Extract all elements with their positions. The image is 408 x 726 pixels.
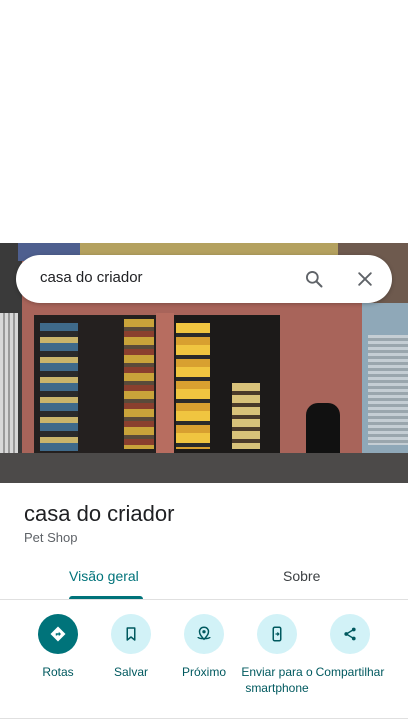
close-icon[interactable]	[351, 265, 379, 293]
directions-icon	[50, 626, 66, 642]
tab-about[interactable]: Sobre	[283, 568, 320, 584]
send-to-phone-button[interactable]: Enviar para o smartphone	[237, 614, 317, 696]
divider	[0, 718, 408, 719]
share-label: Compartilhar	[315, 665, 385, 679]
directions-button[interactable]: Rotas	[18, 614, 98, 680]
directions-label: Rotas	[42, 665, 74, 679]
share-button[interactable]: Compartilhar	[310, 614, 390, 680]
send-to-phone-label: Enviar para o smartphone	[241, 665, 313, 695]
share-icon	[344, 627, 356, 641]
nearby-label: Próximo	[181, 665, 226, 679]
send-to-phone-icon	[272, 626, 282, 642]
search-bar[interactable]: casa do criador	[16, 255, 392, 303]
action-row: Rotas Salvar Próximo Enviar para o smart…	[0, 614, 408, 714]
place-title: casa do criador	[24, 501, 175, 526]
map-blank-area	[0, 0, 408, 243]
nearby-button[interactable]: Próximo	[164, 614, 244, 680]
tab-active-indicator	[69, 596, 143, 599]
bookmark-icon	[126, 627, 136, 641]
tab-bar: Visão geral Sobre	[0, 560, 408, 600]
tab-overview[interactable]: Visão geral	[69, 568, 139, 584]
save-label: Salvar	[113, 665, 148, 679]
place-category: Pet Shop	[24, 530, 78, 545]
nearby-icon	[197, 626, 211, 641]
search-icon[interactable]	[300, 265, 328, 293]
search-input[interactable]: casa do criador	[40, 269, 143, 286]
save-button[interactable]: Salvar	[91, 614, 171, 680]
